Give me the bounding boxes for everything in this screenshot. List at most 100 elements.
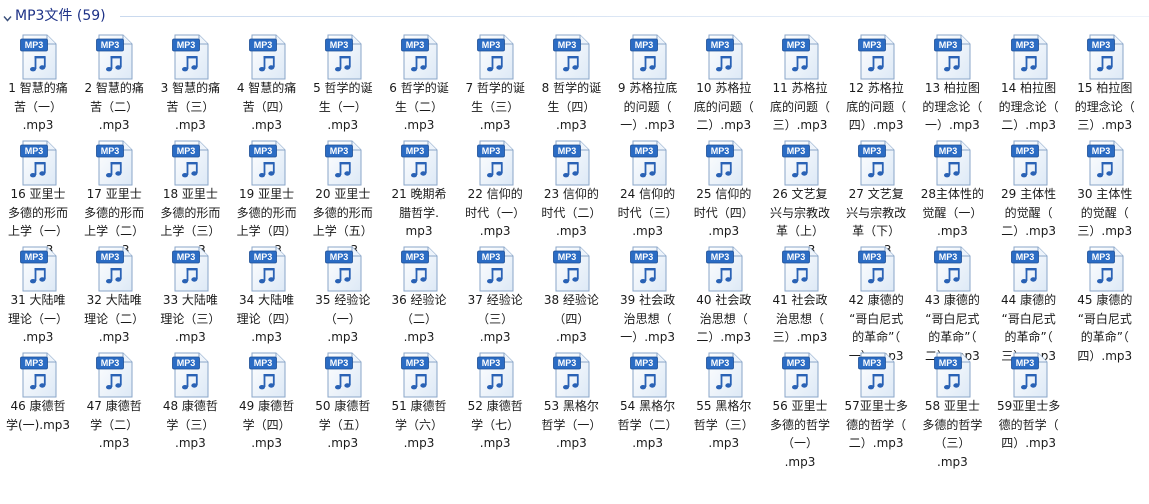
svg-text:MP3: MP3: [1092, 146, 1111, 156]
file-item[interactable]: MP3 57亚里士多 德的哲学（ 二）.mp3: [838, 352, 914, 456]
file-item[interactable]: MP3 13 柏拉图 的理念论（ 一）.mp3: [914, 34, 990, 138]
file-item[interactable]: MP317 亚里士 多德的形而 上学（二） .mp3: [76, 140, 152, 257]
file-item[interactable]: MP3 8 哲学的诞 生（四） .mp3: [533, 34, 609, 138]
svg-text:MP3: MP3: [330, 252, 349, 262]
mp3-file-icon: MP3: [401, 246, 439, 292]
file-item[interactable]: MP3 3 智慧的痛 苦（三） .mp3: [152, 34, 228, 138]
file-item[interactable]: MP3 49 康德哲 学（四） .mp3: [229, 352, 305, 456]
file-item[interactable]: MP3 45 康德的 “哥白尼式 的革命”（ 四）.mp3: [1067, 246, 1143, 363]
file-item[interactable]: MP3 10 苏格拉 底的问题（ 二）.mp3: [686, 34, 762, 138]
file-item[interactable]: MP3 47 康德哲 学（二） .mp3: [76, 352, 152, 456]
file-item[interactable]: MP344 康德的 “哥白尼式 的革命”（ 三）.mp3: [991, 246, 1067, 363]
svg-text:MP3: MP3: [787, 146, 806, 156]
svg-text:MP3: MP3: [101, 40, 120, 50]
mp3-file-icon: MP3: [477, 246, 515, 292]
mp3-file-icon: MP3: [1010, 34, 1049, 80]
svg-text:MP3: MP3: [482, 40, 501, 50]
file-item[interactable]: MP3 36 经验论 （二） .mp3: [381, 246, 457, 350]
file-item[interactable]: MP3 58 亚里士 多德的哲学 （三） .mp3: [914, 352, 990, 469]
file-item[interactable]: MP3 51 康德哲 学（六） .mp3: [381, 352, 457, 456]
file-item[interactable]: MP3 5 哲学的诞 生（一） .mp3: [305, 34, 381, 138]
file-item[interactable]: MP3 37 经验论 （三） .mp3: [457, 246, 533, 350]
file-item[interactable]: MP3 48 康德哲 学（三） .mp3: [152, 352, 228, 456]
file-name: 39 社会政 治思想（ 一）.mp3: [620, 293, 676, 344]
mp3-file-icon: MP3: [20, 140, 58, 186]
file-name: 7 哲学的诞 生（三） .mp3: [465, 81, 525, 132]
file-name: 21 晚期希 腊哲学. mp3: [391, 187, 447, 238]
file-item[interactable]: MP3 25 信仰的 时代（四） .mp3: [686, 140, 762, 244]
file-item[interactable]: MP3 11 苏格拉 底的问题（ 三）.mp3: [762, 34, 838, 138]
file-name: 8 哲学的诞 生（四） .mp3: [541, 81, 602, 132]
file-item[interactable]: MP3 15 柏拉图 的理念论（ 三）.mp3: [1067, 34, 1143, 138]
file-name: 37 经验论 （三） .mp3: [467, 293, 523, 344]
file-item[interactable]: MP3 55 黑格尔 哲学（三） .mp3: [686, 352, 762, 456]
file-item[interactable]: MP3 35 经验论 （一） .mp3: [305, 246, 381, 350]
file-item[interactable]: MP3 2 智慧的痛 苦（二） .mp3: [76, 34, 152, 138]
file-item[interactable]: MP3 32 大陆唯 理论（二） .mp3: [76, 246, 152, 350]
svg-text:MP3: MP3: [482, 358, 501, 368]
file-item[interactable]: MP3 4 智慧的痛 苦（四） .mp3: [229, 34, 305, 138]
file-item[interactable]: MP3 23 信仰的 时代（二） .mp3: [533, 140, 609, 244]
mp3-file-icon: MP3: [858, 352, 896, 398]
file-name: 50 康德哲 学（五） .mp3: [315, 399, 371, 450]
file-item[interactable]: MP3 59亚里士多 德的哲学（ 四）.mp3: [991, 352, 1067, 456]
file-item[interactable]: MP3 9 苏格拉底 的问题（ 一）.mp3: [610, 34, 686, 138]
file-name: 38 经验论 （四） .mp3: [543, 293, 599, 344]
file-name: 45 康德的 “哥白尼式 的革命”（ 四）.mp3: [1077, 293, 1133, 363]
file-item[interactable]: MP327 文艺复 兴与宗教改 革（下） .mp3: [838, 140, 914, 257]
file-item[interactable]: MP342 康德的 “哥白尼式 的革命”（ 一）.mp3: [838, 246, 914, 363]
file-name: 22 信仰的 时代（一） .mp3: [465, 187, 526, 238]
mp3-file-icon: MP3: [1086, 140, 1125, 186]
svg-text:MP3: MP3: [330, 40, 349, 50]
svg-text:MP3: MP3: [177, 252, 196, 262]
file-name: 28主体性的 觉醒（一） .mp3: [920, 187, 985, 238]
file-item[interactable]: MP3 30 主体性 的觉醒（ 三）.mp3: [1067, 140, 1143, 244]
mp3-file-icon: MP3: [705, 246, 744, 292]
file-item[interactable]: MP318 亚里士 多德的形而 上学（三） .mp3: [152, 140, 228, 257]
file-item[interactable]: MP3 14 柏拉图 的理念论（ 二）.mp3: [991, 34, 1067, 138]
file-item[interactable]: MP326 文艺复 兴与宗教改 革（上） .mp3: [762, 140, 838, 257]
svg-text:MP3: MP3: [25, 40, 44, 50]
svg-text:MP3: MP3: [253, 358, 272, 368]
file-item[interactable]: MP3 50 康德哲 学（五） .mp3: [305, 352, 381, 456]
file-item[interactable]: MP3 52 康德哲 学（七） .mp3: [457, 352, 533, 456]
file-item[interactable]: MP3 40 社会政 治思想（ 二）.mp3: [686, 246, 762, 350]
mp3-file-icon: MP3: [553, 246, 591, 292]
file-name: 59亚里士多 德的哲学（ 四）.mp3: [996, 399, 1061, 450]
file-item[interactable]: MP3 31 大陆唯 理论（一） .mp3: [0, 246, 76, 350]
mp3-file-icon: MP3: [96, 352, 134, 398]
svg-text:MP3: MP3: [863, 252, 882, 262]
svg-text:MP3: MP3: [558, 146, 577, 156]
file-name: 24 信仰的 时代（三） .mp3: [617, 187, 678, 238]
file-item[interactable]: MP319 亚里士 多德的形而 上学（四） .mp3: [229, 140, 305, 257]
file-item[interactable]: MP3 46 康德哲 学(一).mp3: [0, 352, 76, 456]
mp3-file-icon: MP3: [629, 34, 668, 80]
file-item[interactable]: MP3 24 信仰的 时代（三） .mp3: [610, 140, 686, 244]
file-item[interactable]: MP3 28主体性的 觉醒（一） .mp3: [914, 140, 990, 244]
file-item[interactable]: MP3 22 信仰的 时代（一） .mp3: [457, 140, 533, 244]
file-item[interactable]: MP3 34 大陆唯 理论（四） .mp3: [229, 246, 305, 350]
file-item[interactable]: MP3 38 经验论 （四） .mp3: [533, 246, 609, 350]
file-item[interactable]: MP320 亚里士 多德的形而 上学（五） .mp3: [305, 140, 381, 257]
file-item[interactable]: MP3 33 大陆唯 理论（三） .mp3: [152, 246, 228, 350]
file-item[interactable]: MP3 41 社会政 治思想（ 三）.mp3: [762, 246, 838, 350]
file-item[interactable]: MP3 7 哲学的诞 生（三） .mp3: [457, 34, 533, 138]
file-item[interactable]: MP343 康德的 “哥白尼式 的革命”（ 二）.mp3: [914, 246, 990, 363]
file-item[interactable]: MP3 6 哲学的诞 生（二） .mp3: [381, 34, 457, 138]
mp3-file-icon: MP3: [96, 246, 134, 292]
file-item[interactable]: MP3 39 社会政 治思想（ 一）.mp3: [610, 246, 686, 350]
file-name: 10 苏格拉 底的问题（ 二）.mp3: [693, 81, 754, 132]
file-item[interactable]: MP316 亚里士 多德的形而 上学（一） .mp3: [0, 140, 76, 257]
file-name: 46 康德哲 学(一).mp3: [5, 399, 71, 432]
file-item[interactable]: MP3 53 黑格尔 哲学（一） .mp3: [533, 352, 609, 456]
mp3-file-icon: MP3: [782, 34, 820, 80]
file-item[interactable]: MP3 56 亚里士 多德的哲学 （一） .mp3: [762, 352, 838, 469]
file-name: 6 哲学的诞 生（二） .mp3: [389, 81, 449, 132]
file-item[interactable]: MP3 21 晚期希 腊哲学. mp3: [381, 140, 457, 244]
file-item[interactable]: MP3 12 苏格拉 底的问题（ 四）.mp3: [838, 34, 914, 138]
file-item[interactable]: MP3 54 黑格尔 哲学（二） .mp3: [610, 352, 686, 456]
svg-text:MP3: MP3: [634, 252, 653, 262]
file-item[interactable]: MP3 1 智慧的痛 苦（一） .mp3: [0, 34, 76, 138]
mp3-file-icon: MP3: [172, 246, 210, 292]
file-item[interactable]: MP3 29 主体性 的觉醒（ 二）.mp3: [991, 140, 1067, 244]
